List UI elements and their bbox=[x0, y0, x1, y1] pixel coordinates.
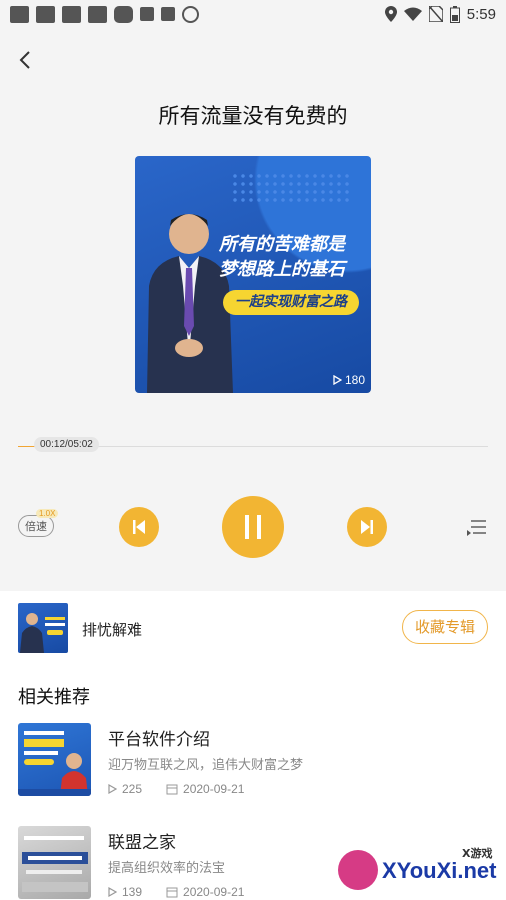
skip-next-icon bbox=[361, 520, 373, 534]
speaker-photo bbox=[147, 214, 233, 393]
item-thumbnail bbox=[18, 723, 91, 796]
clock: 5:59 bbox=[466, 5, 496, 23]
item-play-count: 225 bbox=[122, 782, 143, 796]
wifi-icon bbox=[403, 7, 422, 21]
cover-pill: 一起实现财富之路 bbox=[223, 290, 359, 315]
notification-icon bbox=[88, 5, 107, 23]
notification-icon bbox=[140, 7, 154, 21]
item-meta: 139 2020-09-21 bbox=[108, 885, 244, 899]
item-thumbnail-art bbox=[22, 836, 88, 892]
calendar-icon bbox=[166, 784, 178, 795]
watermark-logo-icon bbox=[338, 850, 378, 890]
cover-slogan-line2: 梦想路上的基石 bbox=[219, 259, 345, 280]
favorite-album-button[interactable]: 收藏专辑 bbox=[402, 610, 488, 644]
play-count-value: 180 bbox=[344, 373, 365, 387]
speed-label: 倍速 bbox=[25, 520, 47, 533]
item-date: 2020-09-21 bbox=[183, 885, 245, 899]
play-count-icon bbox=[333, 375, 342, 385]
item-thumbnail bbox=[18, 826, 91, 899]
album-thumbnail[interactable] bbox=[18, 603, 68, 653]
notification-icon bbox=[114, 5, 133, 23]
skip-previous-icon bbox=[133, 520, 145, 534]
pause-button[interactable] bbox=[222, 496, 284, 558]
location-icon bbox=[384, 6, 397, 22]
back-arrow-icon[interactable] bbox=[14, 48, 38, 72]
item-title: 平台软件介绍 bbox=[108, 730, 210, 750]
speed-badge: 1.0X bbox=[36, 509, 59, 518]
item-title: 联盟之家 bbox=[108, 833, 176, 853]
cover-slogan-line1: 所有的苦难都是 bbox=[219, 234, 345, 255]
album-name[interactable]: 排忧解难 bbox=[82, 619, 142, 640]
list-item[interactable]: 平台软件介绍 迎万物互联之风，追伟大财富之梦 225 2020-09-21 bbox=[0, 723, 506, 813]
playlist-icon bbox=[467, 520, 486, 536]
item-play-count: 139 bbox=[122, 885, 143, 899]
next-button[interactable] bbox=[347, 507, 387, 547]
no-sim-icon bbox=[428, 6, 443, 22]
image-icon bbox=[161, 7, 175, 21]
audio-player: 所有流量没有免费的 所有的苦难都是 梦想路上的基石 一起实现财富之路 180 0… bbox=[0, 28, 506, 591]
calendar-icon bbox=[166, 887, 178, 898]
album-thumbnail-art bbox=[20, 613, 65, 653]
play-count-icon bbox=[108, 784, 117, 794]
previous-button[interactable] bbox=[119, 507, 159, 547]
notification-icons bbox=[10, 5, 199, 23]
notification-icon bbox=[62, 5, 81, 23]
track-title: 所有流量没有免费的 bbox=[158, 104, 348, 128]
status-bar: 5:59 bbox=[0, 0, 506, 28]
album-row[interactable]: 排忧解难 收藏专辑 bbox=[0, 591, 506, 666]
notification-icon bbox=[10, 5, 29, 23]
item-meta: 225 2020-09-21 bbox=[108, 782, 244, 796]
playlist-button[interactable] bbox=[466, 516, 488, 538]
watermark-text: XYouXi.net bbox=[382, 858, 497, 883]
cover-play-count: 180 bbox=[333, 373, 365, 387]
pause-icon bbox=[245, 515, 261, 539]
smiley-icon bbox=[182, 5, 199, 23]
item-date: 2020-09-21 bbox=[183, 782, 245, 796]
item-description: 迎万物互联之风，追伟大财富之梦 bbox=[108, 758, 304, 773]
item-thumbnail-art bbox=[18, 731, 91, 796]
notification-icon bbox=[36, 5, 55, 23]
section-title: 相关推荐 bbox=[18, 687, 90, 708]
progress-time[interactable]: 00:12/05:02 bbox=[34, 437, 99, 452]
item-description: 提高组织效率的法宝 bbox=[108, 861, 226, 876]
play-count-icon bbox=[108, 887, 117, 897]
watermark: X游戏 XYouXi.net bbox=[338, 842, 500, 894]
speed-button[interactable]: 倍速 bbox=[18, 515, 54, 537]
album-cover[interactable]: 所有的苦难都是 梦想路上的基石 一起实现财富之路 180 bbox=[135, 156, 371, 393]
cover-decoration bbox=[231, 172, 351, 202]
battery-icon bbox=[449, 5, 460, 23]
